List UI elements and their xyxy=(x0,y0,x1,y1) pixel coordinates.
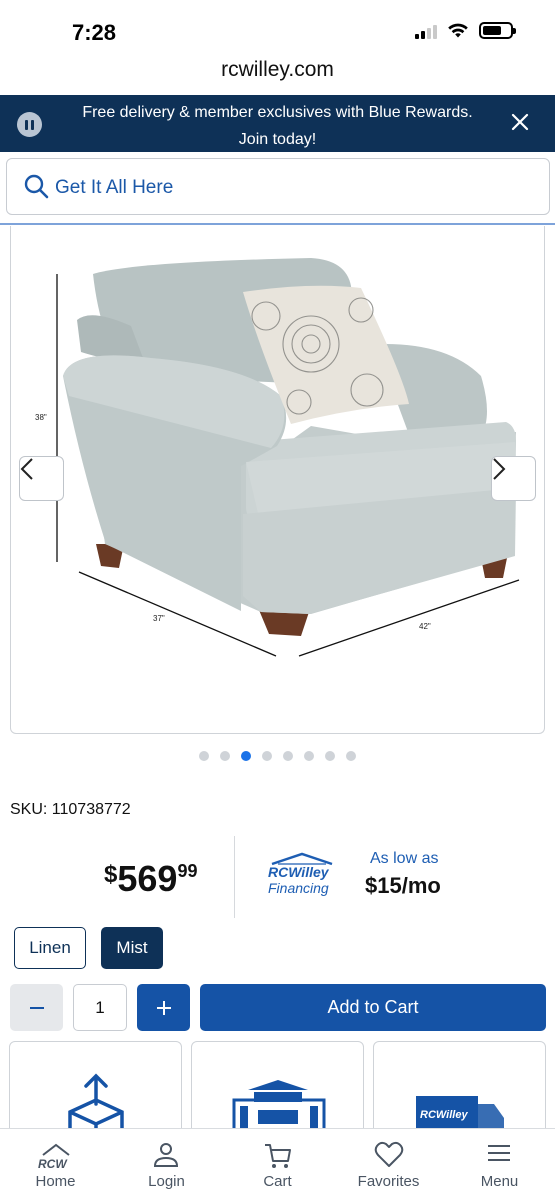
price-divider xyxy=(234,836,235,918)
financing-brand[interactable]: RCWilley xyxy=(268,864,329,880)
gallery-dot[interactable] xyxy=(220,751,230,761)
nav-home-label: Home xyxy=(35,1173,76,1190)
dimension-height-label: 38" xyxy=(35,413,47,422)
gallery-dot[interactable] xyxy=(304,751,314,761)
gallery-dot[interactable] xyxy=(241,751,251,761)
gallery-dot[interactable] xyxy=(346,751,356,761)
gallery-dot[interactable] xyxy=(325,751,335,761)
cellular-signal-icon xyxy=(415,23,437,39)
heart-icon xyxy=(374,1141,404,1167)
bottom-navigation: RCW Home Login Cart Favorites Menu xyxy=(0,1128,555,1200)
gallery-pagination xyxy=(0,751,555,761)
pause-icon[interactable] xyxy=(17,112,42,137)
chevron-right-icon xyxy=(493,458,506,480)
minus-icon xyxy=(29,1006,44,1009)
nav-cart[interactable]: Cart xyxy=(222,1129,333,1200)
chevron-left-icon xyxy=(20,458,33,480)
svg-text:RCWilley: RCWilley xyxy=(420,1109,468,1121)
cart-icon xyxy=(265,1144,291,1168)
plus-icon xyxy=(156,1000,171,1015)
quantity-increase-button[interactable] xyxy=(137,984,190,1031)
search-icon xyxy=(24,174,49,199)
monthly-payment: $15/mo xyxy=(365,873,441,898)
nav-menu[interactable]: Menu xyxy=(444,1129,555,1200)
nav-favorites-label: Favorites xyxy=(357,1173,420,1190)
nav-login-label: Login xyxy=(148,1173,185,1190)
wifi-icon xyxy=(448,23,468,37)
search-input[interactable]: Get It All Here xyxy=(55,177,173,199)
product-image-gallery[interactable]: 38" 37" 42" xyxy=(10,226,545,734)
price-dollars: 569 xyxy=(117,858,178,899)
nav-menu-label: Menu xyxy=(480,1173,519,1190)
gallery-dot[interactable] xyxy=(199,751,209,761)
status-icons xyxy=(415,22,516,39)
product-price: $56999 xyxy=(104,858,197,900)
status-bar: 7:28 xyxy=(0,0,555,60)
close-icon[interactable] xyxy=(509,111,531,133)
gallery-dot[interactable] xyxy=(262,751,272,761)
status-time: 7:28 xyxy=(72,20,117,45)
add-to-cart-button[interactable]: Add to Cart xyxy=(200,984,546,1031)
battery-icon xyxy=(479,22,516,39)
financing-label[interactable]: Financing xyxy=(268,880,329,896)
nav-cart-label: Cart xyxy=(263,1173,292,1190)
swatch-mist-button[interactable]: Mist xyxy=(101,927,163,969)
gallery-dot[interactable] xyxy=(283,751,293,761)
search-divider xyxy=(0,223,555,225)
browser-url[interactable]: rcwilley.com xyxy=(0,58,555,82)
promo-banner[interactable]: Free delivery & member exclusives with B… xyxy=(0,95,555,152)
quantity-input[interactable]: 1 xyxy=(73,984,127,1031)
as-low-as-label: As low as xyxy=(370,850,439,867)
nav-login[interactable]: Login xyxy=(111,1129,222,1200)
price-currency: $ xyxy=(104,861,118,888)
dimension-width-label: 42" xyxy=(419,622,431,631)
rcw-logo-text: RCW xyxy=(38,1157,67,1171)
quantity-decrease-button[interactable] xyxy=(10,984,63,1031)
search-bar[interactable]: Get It All Here xyxy=(6,158,550,215)
dimension-depth-label: 37" xyxy=(153,614,165,623)
gallery-prev-button[interactable] xyxy=(19,456,64,501)
promo-text[interactable]: Free delivery & member exclusives with B… xyxy=(70,99,485,153)
user-icon xyxy=(153,1143,179,1167)
nav-home[interactable]: RCW Home xyxy=(0,1129,111,1200)
product-image xyxy=(56,258,520,657)
nav-favorites[interactable]: Favorites xyxy=(333,1129,444,1200)
product-sku: SKU: 110738772 xyxy=(10,801,131,818)
price-cents: 99 xyxy=(177,861,198,881)
gallery-next-button[interactable] xyxy=(491,456,536,501)
menu-icon xyxy=(488,1145,510,1161)
swatch-linen-button[interactable]: Linen xyxy=(14,927,86,969)
